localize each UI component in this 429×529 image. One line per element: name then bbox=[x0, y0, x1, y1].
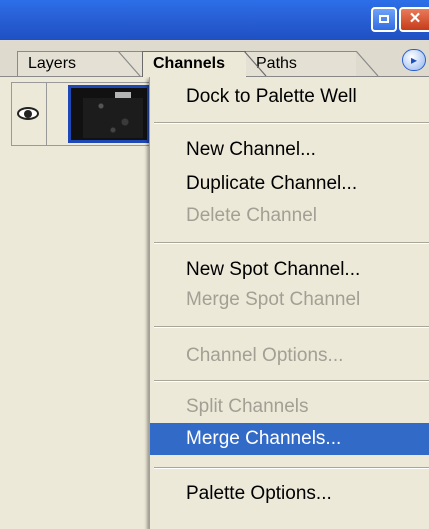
palette-options-menu: Dock to Palette Well New Channel... Dupl… bbox=[149, 77, 429, 529]
menu-item-channel-options: Channel Options... bbox=[186, 345, 344, 366]
visibility-toggle[interactable] bbox=[11, 82, 47, 146]
menu-item-new-channel[interactable]: New Channel... bbox=[150, 134, 429, 166]
palette-title-bar[interactable]: × bbox=[0, 0, 429, 40]
menu-item-merge-channels[interactable]: Merge Channels... bbox=[150, 423, 429, 455]
menu-separator bbox=[154, 467, 429, 469]
minimize-icon[interactable] bbox=[371, 7, 397, 32]
menu-item-duplicate-channel[interactable]: Duplicate Channel... bbox=[150, 168, 429, 200]
tab-divider-icon bbox=[244, 51, 267, 76]
menu-item-dock-to-palette-well[interactable]: Dock to Palette Well bbox=[150, 81, 429, 113]
menu-separator bbox=[154, 326, 429, 328]
thumbnail-highlight bbox=[115, 92, 131, 98]
menu-item-merge-spot-channel: Merge Spot Channel bbox=[186, 289, 361, 310]
menu-separator bbox=[154, 242, 429, 244]
menu-item-new-spot-channel[interactable]: New Spot Channel... bbox=[150, 254, 429, 286]
palette-tab-strip: Layers Channels Paths bbox=[0, 40, 429, 77]
menu-separator bbox=[154, 122, 429, 124]
tab-divider-icon bbox=[356, 51, 379, 76]
channel-thumbnail[interactable] bbox=[68, 85, 150, 143]
eye-icon bbox=[17, 107, 39, 120]
menu-item-split-channels: Split Channels bbox=[186, 396, 309, 417]
close-icon[interactable]: × bbox=[399, 7, 429, 32]
menu-item-delete-channel: Delete Channel bbox=[186, 205, 317, 226]
palette-menu-arrow-icon[interactable]: ▸ bbox=[402, 49, 426, 71]
menu-item-palette-options[interactable]: Palette Options... bbox=[150, 478, 429, 510]
tab-channels[interactable]: Channels bbox=[142, 51, 246, 77]
tab-divider-icon bbox=[118, 51, 141, 76]
menu-separator bbox=[154, 380, 429, 382]
